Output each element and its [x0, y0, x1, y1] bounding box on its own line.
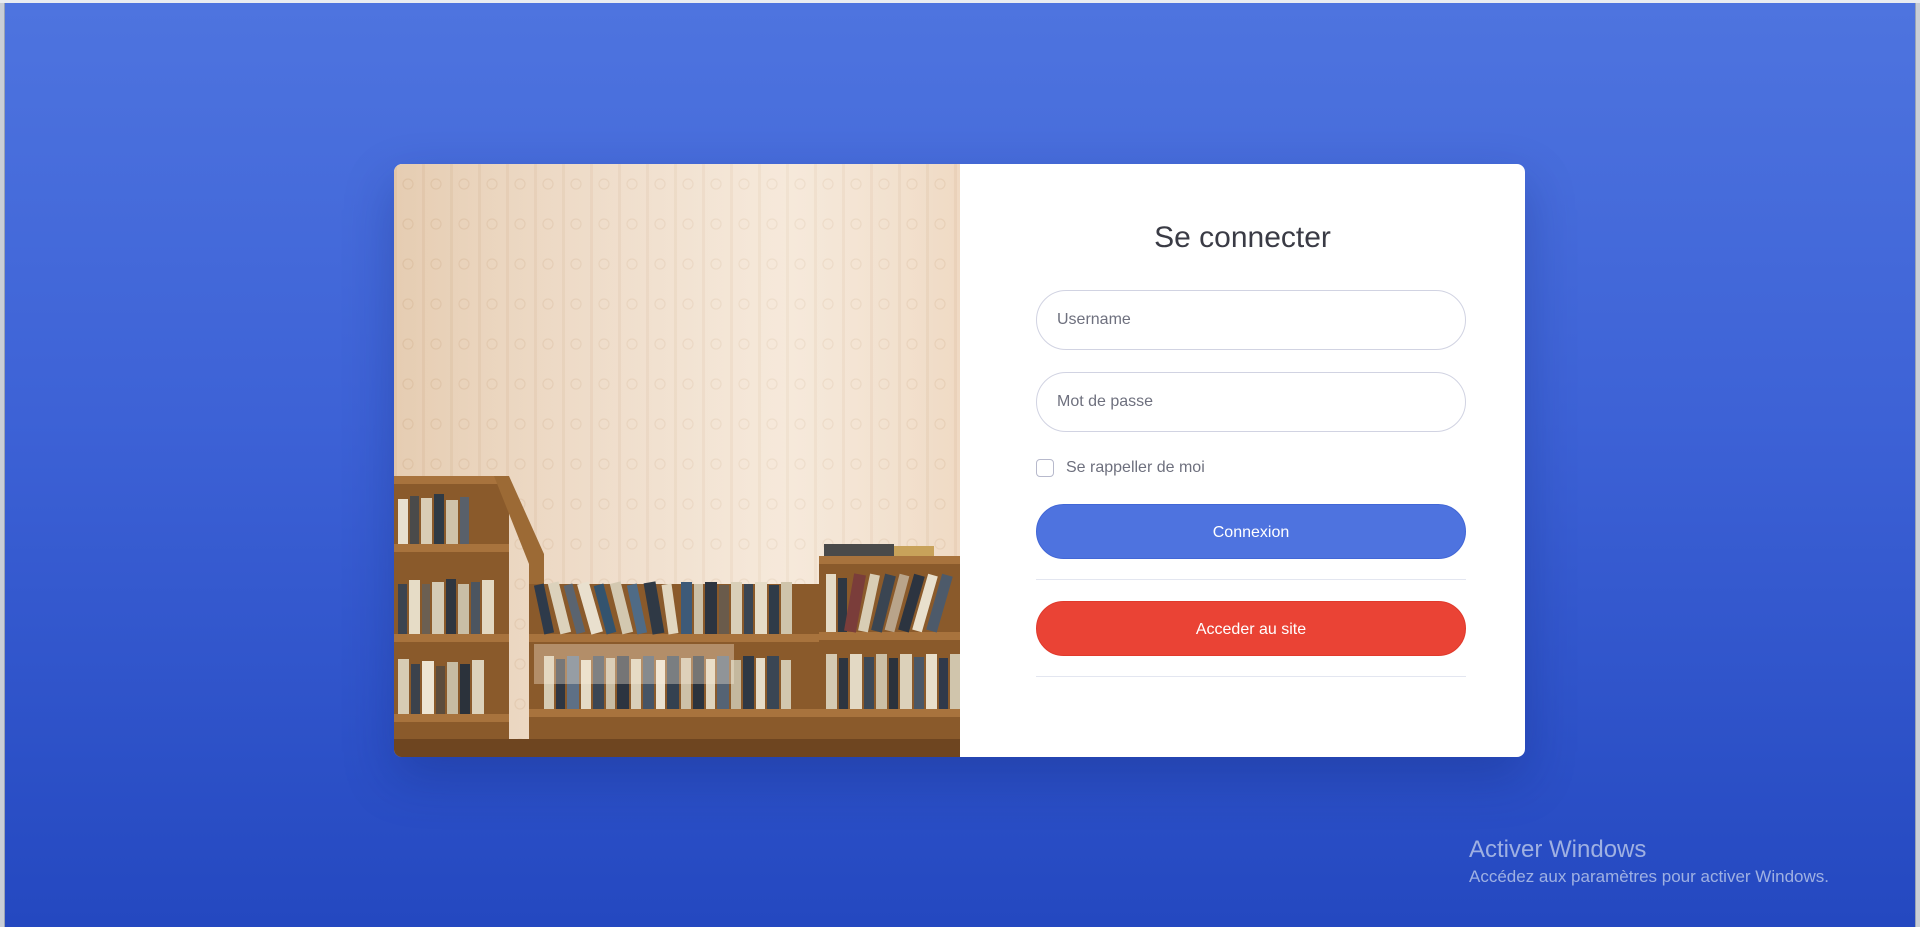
password-input[interactable]: Mot de passe: [1036, 372, 1466, 432]
bookshelf-illustration: [394, 164, 960, 757]
login-card: Se connecter Username Mot de passe Se ra…: [394, 164, 1525, 757]
watermark-subtitle: Accédez aux paramètres pour activer Wind…: [1469, 867, 1829, 886]
bookshelf-photo: [394, 164, 960, 757]
divider: [1036, 579, 1466, 580]
password-placeholder: Mot de passe: [1057, 393, 1154, 410]
login-form: Se connecter Username Mot de passe Se ra…: [960, 164, 1525, 757]
login-button[interactable]: Connexion: [1036, 504, 1466, 559]
username-placeholder: Username: [1057, 311, 1131, 328]
windows-activation-watermark: Activer Windows Accédez aux paramètres p…: [1469, 835, 1829, 889]
access-site-button[interactable]: Acceder au site: [1036, 601, 1466, 656]
watermark-title: Activer Windows: [1469, 836, 1647, 863]
remember-me-row[interactable]: Se rappeller de moi: [1036, 459, 1205, 477]
divider: [1036, 676, 1466, 677]
login-title: Se connecter: [1154, 221, 1331, 254]
username-input[interactable]: Username: [1036, 290, 1466, 350]
remember-me-checkbox[interactable]: [1036, 459, 1054, 477]
remember-me-label[interactable]: Se rappeller de moi: [1066, 459, 1205, 477]
